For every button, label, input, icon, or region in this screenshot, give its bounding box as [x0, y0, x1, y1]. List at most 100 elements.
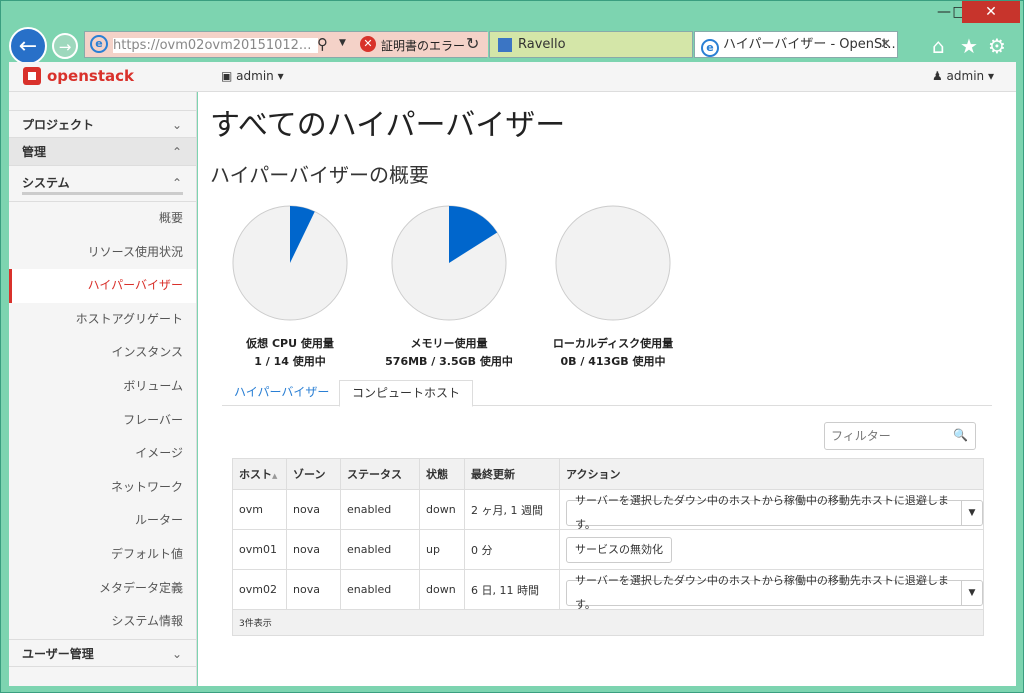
chevron-down-icon: ⌄: [171, 646, 182, 661]
sidebar-item-hypervisors[interactable]: ハイパーバイザー: [9, 269, 196, 303]
search-icon[interactable]: 🔍: [953, 428, 968, 442]
user-label: admin: [946, 69, 985, 83]
compute-hosts-table: ホスト▲ ゾーン ステータス 状態 最終更新 アクション ovm nova en…: [232, 458, 984, 636]
pie-title: ローカルディスク使用量: [552, 337, 674, 350]
pie-chart-disk: [555, 205, 671, 321]
sidebar-user-admin-label: ユーザー管理: [22, 646, 94, 661]
user-menu[interactable]: ♟ admin ▾: [932, 69, 994, 83]
col-status[interactable]: ステータス: [340, 458, 420, 490]
evacuate-label: サーバーを選択したダウン中のホストから稼働中の移動先ホストに退避します。: [575, 573, 949, 611]
sidebar-item-instances[interactable]: インスタンス: [9, 336, 196, 370]
evacuate-label: サーバーを選択したダウン中のホストから稼働中の移動先ホストに退避します。: [575, 493, 949, 531]
caret-down-icon: ▾: [277, 69, 284, 83]
cell-status: enabled: [340, 489, 420, 530]
cell-zone: nova: [286, 569, 341, 610]
favorites-icon[interactable]: ★: [960, 34, 978, 58]
sidebar-item-metadata[interactable]: メタデータ定義: [9, 572, 196, 606]
openstack-logo-icon: [23, 67, 41, 85]
cell-state: down: [419, 569, 465, 610]
address-bar[interactable]: e https://ovm02ovm20151012... ⚲ ▼ ✕ 証明書の…: [84, 31, 488, 58]
sidebar-item-host-aggregates[interactable]: ホストアグリゲート: [9, 303, 196, 337]
pie-disk: ローカルディスク使用量 0B / 413GB 使用中: [533, 204, 693, 369]
home-icon[interactable]: ⌂: [932, 34, 945, 58]
sidebar-user-admin[interactable]: ユーザー管理 ⌄: [9, 638, 196, 667]
col-host[interactable]: ホスト▲: [232, 458, 287, 490]
table-row: ovm02 nova enabled down 6 日, 11 時間 サーバーを…: [232, 569, 984, 611]
col-updated[interactable]: 最終更新: [464, 458, 560, 490]
chevron-up-icon: ⌃: [171, 145, 182, 159]
cert-error-icon: ✕: [360, 36, 376, 52]
sidebar-system-label: システム: [22, 176, 70, 190]
caret-down-icon: ▾: [987, 69, 994, 83]
filter-input[interactable]: [825, 423, 945, 449]
pie-subtitle: 1 / 14 使用中: [254, 355, 326, 368]
close-tab-icon[interactable]: ✕: [880, 32, 891, 57]
sidebar-project[interactable]: プロジェクト ⌄: [9, 110, 196, 138]
pie-title: メモリー使用量: [410, 337, 488, 350]
sidebar-item-routers[interactable]: ルーター: [9, 504, 196, 538]
search-icon[interactable]: ⚲: [317, 35, 328, 53]
refresh-icon[interactable]: ↻: [466, 34, 479, 53]
evacuate-button[interactable]: サーバーを選択したダウン中のホストから稼働中の移動先ホストに退避します。 ▼: [566, 574, 983, 611]
tab-hypervisors[interactable]: ハイパーバイザー: [222, 380, 341, 407]
sidebar-system[interactable]: システム ⌃: [9, 166, 196, 202]
sort-icon: ▲: [272, 472, 278, 480]
pie-vcpu: 仮想 CPU 使用量 1 / 14 使用中: [225, 204, 355, 369]
sidebar-item-overview[interactable]: 概要: [9, 202, 196, 236]
col-zone[interactable]: ゾーン: [286, 458, 341, 490]
sidebar: プロジェクト ⌄ 管理 ⌃ システム ⌃ 概要 リソース使用状況 ハイパーバイザ…: [9, 92, 197, 686]
sidebar-item-flavors[interactable]: フレーバー: [9, 404, 196, 438]
sidebar-admin[interactable]: 管理 ⌃: [9, 138, 196, 166]
caret-down-icon[interactable]: ▼: [960, 500, 982, 525]
divider: [22, 192, 183, 195]
tab-compute-hosts[interactable]: コンピュートホスト: [339, 380, 474, 407]
settings-gear-icon[interactable]: ⚙: [988, 34, 1006, 58]
user-icon: ♟: [931, 69, 943, 83]
sidebar-item-volumes[interactable]: ボリューム: [9, 370, 196, 404]
main-content: すべてのハイパーバイザー ハイパーバイザーの概要 仮想 CPU 使用量 1 / …: [198, 92, 1016, 686]
table-header-row: ホスト▲ ゾーン ステータス 状態 最終更新 アクション: [232, 458, 984, 490]
address-url[interactable]: https://ovm02ovm20151012...: [113, 38, 318, 53]
pie-subtitle: 0B / 413GB 使用中: [560, 355, 666, 368]
pie-memory: メモリー使用量 576MB / 3.5GB 使用中: [384, 204, 514, 369]
sidebar-item-defaults[interactable]: デフォルト値: [9, 538, 196, 572]
cert-error-text[interactable]: 証明書のエラー: [381, 37, 465, 54]
cell-zone: nova: [286, 529, 341, 570]
col-actions[interactable]: アクション: [559, 458, 984, 490]
openstack-header: openstack ▣ admin ▾ ♟ admin ▾: [9, 62, 1016, 92]
ie-page-icon: e: [90, 35, 108, 53]
cell-updated: 2 ヶ月, 1 週間: [464, 489, 560, 530]
cell-action: サーバーを選択したダウン中のホストから稼働中の移動先ホストに退避します。 ▼: [559, 569, 984, 611]
cell-updated: 0 分: [464, 529, 560, 570]
cell-action: サーバーを選択したダウン中のホストから稼働中の移動先ホストに退避します。 ▼: [559, 489, 984, 531]
cell-status: enabled: [340, 529, 420, 570]
cell-host: ovm02: [232, 569, 287, 610]
evacuate-button[interactable]: サーバーを選択したダウン中のホストから稼働中の移動先ホストに退避します。 ▼: [566, 494, 983, 531]
sidebar-item-system-info[interactable]: システム情報: [9, 605, 196, 639]
openstack-logo[interactable]: openstack: [23, 67, 134, 85]
sidebar-item-usage[interactable]: リソース使用状況: [9, 236, 196, 270]
tab-hypervisor[interactable]: e ハイパーバイザー - OpenSt... ✕: [694, 31, 898, 58]
page-title: すべてのハイパーバイザー: [210, 108, 566, 143]
back-button[interactable]: ←: [9, 27, 47, 65]
cell-updated: 6 日, 11 時間: [464, 569, 560, 610]
project-selector[interactable]: ▣ admin ▾: [221, 69, 284, 83]
sidebar-item-networks[interactable]: ネットワーク: [9, 471, 196, 505]
pie-title: 仮想 CPU 使用量: [246, 337, 334, 350]
col-state[interactable]: 状態: [419, 458, 465, 490]
disable-service-button[interactable]: サービスの無効化: [566, 536, 672, 563]
caret-down-icon[interactable]: ▼: [960, 580, 982, 605]
sidebar-item-images[interactable]: イメージ: [9, 437, 196, 471]
title-bar: — □ ✕: [1, 1, 1023, 25]
close-window-button[interactable]: ✕: [962, 1, 1020, 23]
tab-ravello-label: Ravello: [518, 37, 566, 52]
pie-chart-vcpu: [232, 205, 348, 321]
forward-button[interactable]: →: [52, 33, 78, 59]
cell-host: ovm: [232, 489, 287, 530]
dropdown-icon[interactable]: ▼: [339, 38, 346, 48]
tab-ravello[interactable]: Ravello: [489, 31, 693, 58]
pie-chart-memory: [391, 205, 507, 321]
cell-status: enabled: [340, 569, 420, 610]
sidebar-project-label: プロジェクト: [22, 118, 95, 132]
ie-tab-icon: e: [701, 39, 719, 57]
